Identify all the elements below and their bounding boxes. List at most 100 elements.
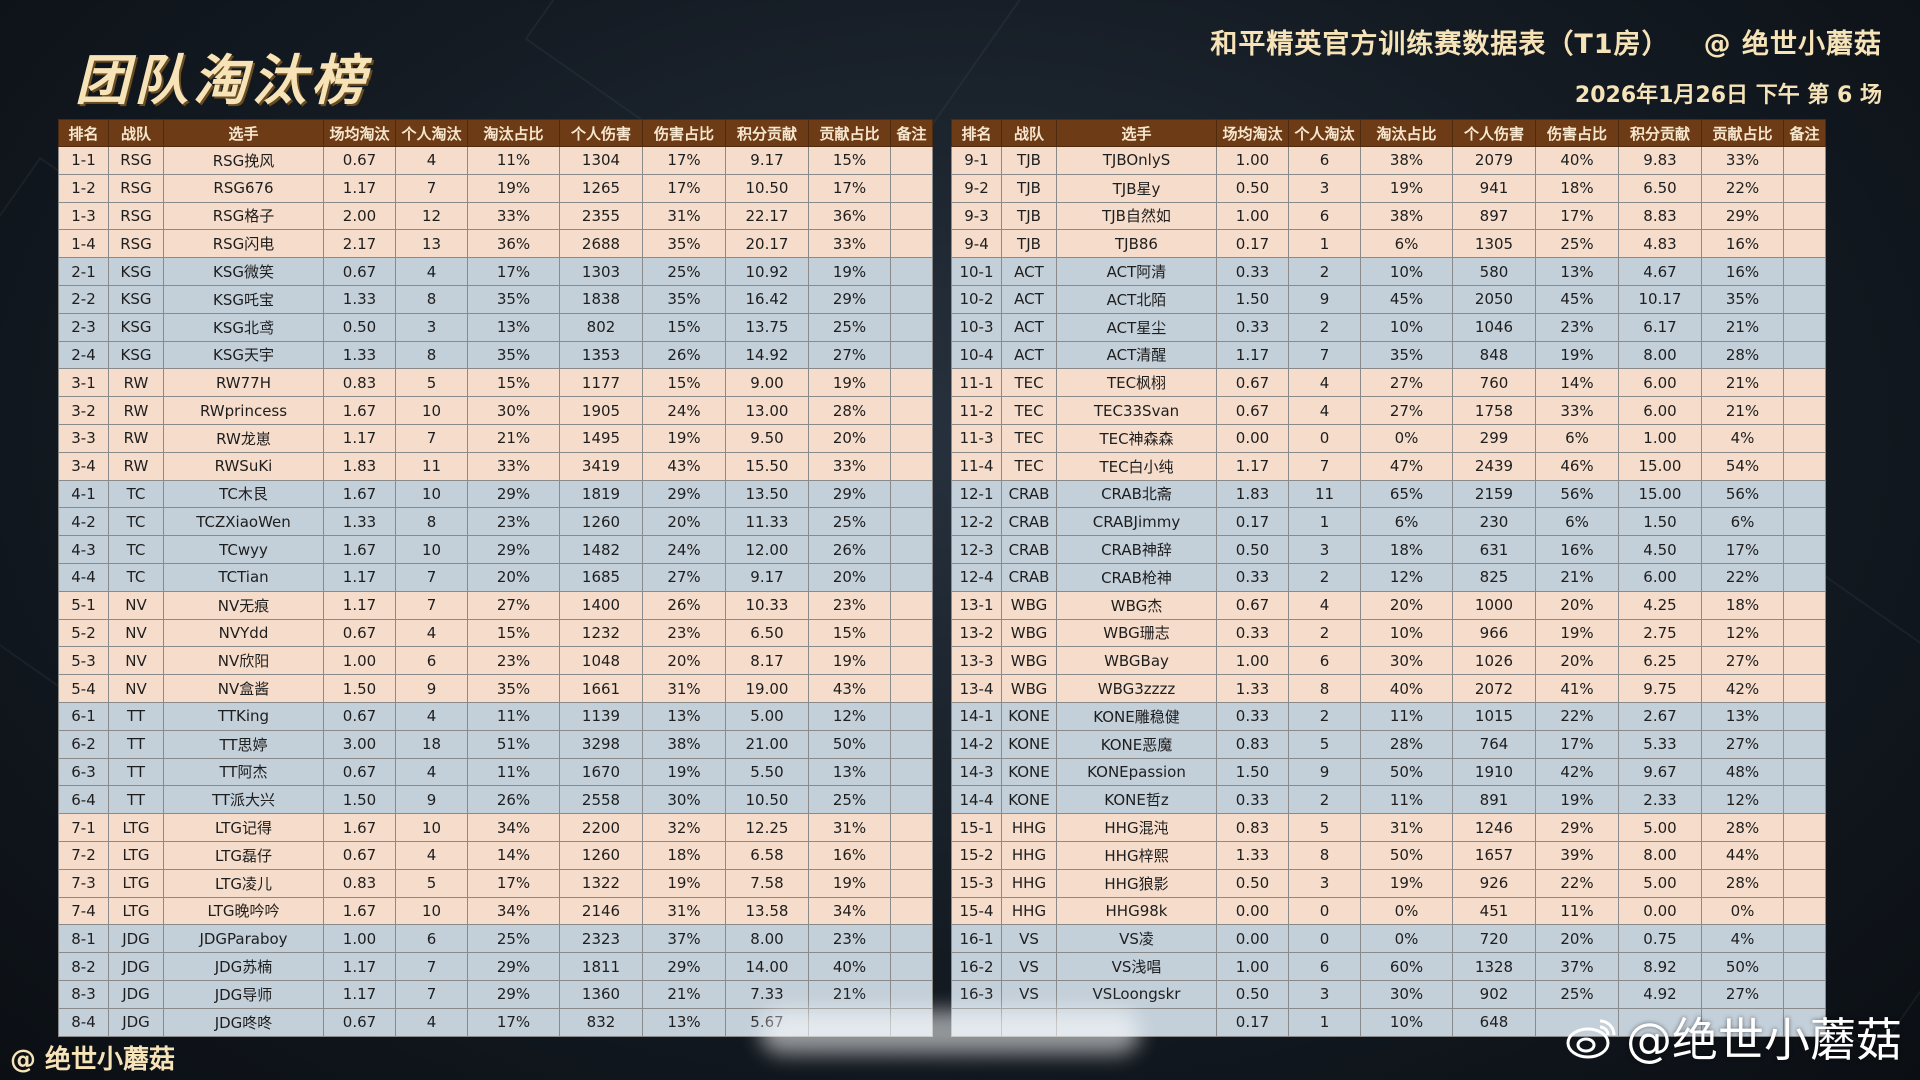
cell-player: TJBOnlyS <box>1056 146 1217 175</box>
cell-points-share: 33% <box>808 229 891 259</box>
cell-damage-share: 33% <box>1535 396 1619 425</box>
cell-avg-kills: 1.17 <box>323 952 396 981</box>
cell-team: TT <box>108 785 164 815</box>
cell-player: RSG676 <box>163 173 324 203</box>
table-row: 1-3 RSG RSG格子 2.00 12 33% 2355 31% 22.17 36% <box>58 201 933 231</box>
cell-note <box>890 173 933 203</box>
cell-damage: 580 <box>1452 257 1536 286</box>
table-row: 10-2 ACT ACT北陌 1.50 9 45% 2050 45% 10.17 35% <box>951 284 1826 314</box>
cell-note <box>890 312 933 342</box>
cell-points: 8.17 <box>725 646 809 676</box>
cell-damage: 230 <box>1452 507 1536 537</box>
cell-player: CRAB枪神 <box>1056 562 1217 592</box>
cell-avg-kills: 0.50 <box>323 312 396 342</box>
cell-note <box>1783 924 1826 954</box>
cell-team: TT <box>108 701 164 731</box>
cell-kill-share: 28% <box>1360 729 1453 759</box>
cell-team: LTG <box>108 813 164 842</box>
cell-points-share: 16% <box>808 840 891 870</box>
cell-kills: 6 <box>1288 201 1361 231</box>
cell-kill-share: 30% <box>1360 646 1453 676</box>
cell-points: 6.25 <box>1618 646 1702 676</box>
table-row: 2-2 KSG KSG吒宝 1.33 8 35% 1838 35% 16.42 29% <box>58 284 933 314</box>
cell-kill-share: 12% <box>1360 562 1453 592</box>
cell-note <box>1783 340 1826 370</box>
table-row: 7-4 LTG LTG晚吟吟 1.67 10 34% 2146 31% 13.58 34% <box>58 896 933 926</box>
cell-kills: 8 <box>1288 674 1361 703</box>
cell-points-share: 12% <box>808 701 891 731</box>
cell-note <box>1783 396 1826 425</box>
cell-team: TEC <box>1001 368 1057 398</box>
cell-kill-share: 11% <box>467 757 560 787</box>
cell-points-share: 17% <box>808 173 891 203</box>
cell-rank: 14-1 <box>951 701 1002 731</box>
cell-damage-share: 35% <box>642 229 726 259</box>
cell-damage-share: 20% <box>642 507 726 537</box>
cell-points-share: 56% <box>1701 479 1784 509</box>
cell-player: JDG苏楠 <box>163 952 324 981</box>
cell-rank: 12-2 <box>951 507 1002 537</box>
table-row: 1-2 RSG RSG676 1.17 7 19% 1265 17% 10.50 17% <box>58 173 933 203</box>
cell-kills: 10 <box>395 896 468 926</box>
cell-damage: 1400 <box>559 590 643 620</box>
cell-points-share: 12% <box>1701 618 1784 648</box>
cell-points: 1.00 <box>1618 423 1702 453</box>
table-row: 3-3 RW RW龙崽 1.17 7 21% 1495 19% 9.50 20% <box>58 423 933 453</box>
table-row: 5-1 NV NV无痕 1.17 7 27% 1400 26% 10.33 23% <box>58 590 933 620</box>
cell-kills: 3 <box>1288 979 1361 1009</box>
cell-avg-kills: 1.50 <box>323 785 396 815</box>
cell-kills: 8 <box>395 507 468 537</box>
cell-points-share: 15% <box>808 146 891 175</box>
cell-avg-kills: 0.67 <box>1216 368 1289 398</box>
cell-team: TJB <box>1001 146 1057 175</box>
cell-damage: 2323 <box>559 924 643 954</box>
cell-kill-share: 25% <box>467 924 560 954</box>
cell-damage-share: 17% <box>642 173 726 203</box>
cell-kill-share: 10% <box>1360 1007 1453 1037</box>
cell-kills: 6 <box>1288 146 1361 175</box>
cell-kill-share: 65% <box>1360 479 1453 509</box>
cell-kill-share: 14% <box>467 840 560 870</box>
cell-team: WBG <box>1001 646 1057 676</box>
cell-damage: 648 <box>1452 1007 1536 1037</box>
cell-team: CRAB <box>1001 562 1057 592</box>
cell-damage: 2050 <box>1452 284 1536 314</box>
cell-points: 16.42 <box>725 284 809 314</box>
cell-damage: 1811 <box>559 952 643 981</box>
table-row: 12-2 CRAB CRABJimmy 0.17 1 6% 230 6% 1.50 6% <box>951 507 1826 537</box>
cell-points-share: 29% <box>808 284 891 314</box>
table-row: 8-3 JDG JDG导师 1.17 7 29% 1360 21% 7.33 21% <box>58 979 933 1009</box>
cell-points-share: 25% <box>808 312 891 342</box>
cell-rank: 3-3 <box>58 423 109 453</box>
cell-player: JDGParaboy <box>163 924 324 954</box>
cell-note <box>890 646 933 676</box>
table-row: 13-4 WBG WBG3zzzz 1.33 8 40% 2072 41% 9.75 42% <box>951 674 1826 703</box>
cell-points-share: 27% <box>1701 646 1784 676</box>
table-row: 12-3 CRAB CRAB神辞 0.50 3 18% 631 16% 4.50 17% <box>951 535 1826 564</box>
cell-points-share: 28% <box>1701 868 1784 898</box>
cell-avg-kills: 0.17 <box>1216 229 1289 259</box>
cell-kills: 4 <box>1288 590 1361 620</box>
cell-damage-share: 20% <box>1535 646 1619 676</box>
cell-kills: 6 <box>395 924 468 954</box>
cell-damage-share: 14% <box>1535 368 1619 398</box>
cell-rank: 4-1 <box>58 479 109 509</box>
cell-damage: 825 <box>1452 562 1536 592</box>
cell-points-share: 20% <box>808 423 891 453</box>
cell-points: 10.92 <box>725 257 809 286</box>
cell-damage-share: 35% <box>642 284 726 314</box>
cell-note <box>1783 229 1826 259</box>
cell-points-share: 40% <box>808 952 891 981</box>
column-header-note: 备注 <box>1783 119 1826 147</box>
cell-points-share: 0% <box>1701 896 1784 926</box>
cell-damage-share: 25% <box>1535 229 1619 259</box>
cell-damage-share: 45% <box>1535 284 1619 314</box>
cell-damage-share: 19% <box>642 757 726 787</box>
cell-avg-kills: 0.83 <box>323 868 396 898</box>
cell-kills: 4 <box>395 257 468 286</box>
cell-kills: 4 <box>395 701 468 731</box>
column-header-player: 选手 <box>1056 119 1217 147</box>
cell-rank: 9-3 <box>951 201 1002 231</box>
cell-player: HHG混沌 <box>1056 813 1217 842</box>
cell-player: LTG记得 <box>163 813 324 842</box>
